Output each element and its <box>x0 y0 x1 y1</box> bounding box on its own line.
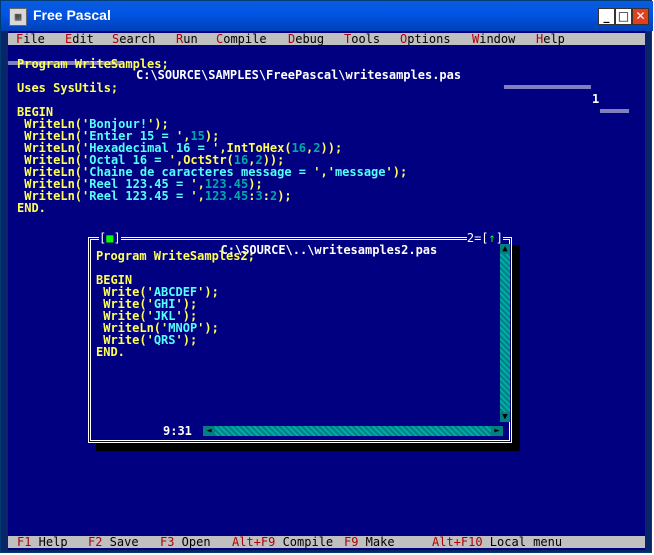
menu-item-edit[interactable]: Edit <box>65 33 94 45</box>
scroll-right-arrow-icon[interactable]: ► <box>491 426 503 436</box>
editor2-window[interactable]: C:\SOURCE\..\writesamples2.pas [■] 2=[↑]… <box>88 232 512 443</box>
window-title: Free Pascal <box>33 7 111 23</box>
code-line: Program WriteSamples; <box>17 57 169 71</box>
menu-item-file[interactable]: File <box>16 33 45 45</box>
menu-item-compile[interactable]: Compile <box>216 33 267 45</box>
status-label: Help <box>31 535 68 549</box>
status-key: F9 <box>344 535 359 549</box>
status-key: Alt+F9 <box>232 535 276 549</box>
status-label: Make <box>358 535 395 549</box>
status-item[interactable]: Alt+F9 Compile <box>232 536 333 548</box>
status-label: Open <box>174 535 211 549</box>
status-item[interactable]: F1 Help <box>17 536 68 548</box>
cursor-position: 9:31 <box>161 424 194 438</box>
menu-item-debug[interactable]: Debug <box>288 33 324 45</box>
editor2-close-box[interactable]: [■] <box>99 232 121 244</box>
status-label: Compile <box>275 535 334 549</box>
status-item[interactable]: F9 Make <box>344 536 395 548</box>
status-key: F3 <box>160 535 175 549</box>
menu-item-search[interactable]: Search <box>112 33 155 45</box>
editor2-shadow <box>512 245 520 451</box>
code-line: Uses SysUtils; <box>17 81 119 95</box>
zoom-arrow-icon[interactable]: ↑ <box>489 231 496 245</box>
ide-client-area: File Edit Search Run Compile Debug Tools Option… <box>8 31 645 550</box>
editor2-window-number: 2 <box>466 231 475 245</box>
editor2-shadow <box>96 443 520 451</box>
status-item[interactable]: F3 Open <box>160 536 211 548</box>
close-button[interactable]: ✕ <box>632 8 649 25</box>
menu-item-options[interactable]: Options <box>400 33 451 45</box>
close-square-icon: ■ <box>106 231 114 245</box>
code-line: WriteLn('Reel 123.45 = ',123.45:3:2); <box>17 189 292 203</box>
editor2-horizontal-scrollbar[interactable]: ◄ ► <box>203 426 503 436</box>
status-key: Alt+F10 <box>432 535 483 549</box>
maximize-button[interactable]: □ <box>615 8 632 25</box>
editor2-vertical-scrollbar[interactable]: ▲ ▼ <box>500 244 510 422</box>
scroll-left-arrow-icon[interactable]: ◄ <box>203 426 215 436</box>
status-bar: F1 Help F2 Save F3 Open Alt+F9 Compile F9 Ma… <box>8 536 645 548</box>
editor1-window-number: 1 <box>592 92 600 106</box>
minimize-button[interactable]: _ <box>598 8 615 25</box>
scroll-up-arrow-icon[interactable]: ▲ <box>500 244 510 254</box>
menu-bar: File Edit Search Run Compile Debug Tools Option… <box>8 33 645 45</box>
status-label: Local menu <box>482 535 563 549</box>
code-line: Program WriteSamples2; <box>96 249 255 263</box>
status-label: Save <box>102 535 139 549</box>
editor2-window-controls: 2=[↑] <box>466 231 503 245</box>
status-key: F1 <box>17 535 32 549</box>
code-line: END. <box>17 201 46 215</box>
app-window: ▦ Free Pascal _ □ ✕ File Edit Search Run Com… <box>0 0 653 553</box>
editor2-title-bar[interactable]: C:\SOURCE\..\writesamples2.pas <box>91 232 509 257</box>
pascal-app-icon[interactable]: ▦ <box>9 8 27 26</box>
menu-item-tools[interactable]: Tools <box>344 33 380 45</box>
status-item[interactable]: Alt+F10 Local menu <box>432 536 562 548</box>
status-key: F2 <box>88 535 103 549</box>
menu-item-run[interactable]: Run <box>176 33 198 45</box>
menu-item-help[interactable]: Help <box>536 33 565 45</box>
editor1-title: C:\SOURCE\SAMPLES\FreePascal\writesample… <box>136 68 462 82</box>
editor1-title-bar[interactable]: ════════════════ C:\SOURCE\SAMPLES\FreeP… <box>8 45 645 117</box>
status-item[interactable]: F2 Save <box>88 536 139 548</box>
title-bar[interactable]: ▦ Free Pascal _ □ ✕ <box>1 1 653 31</box>
menu-item-window[interactable]: Window <box>472 33 515 45</box>
code-line: END. <box>96 345 125 359</box>
scroll-down-arrow-icon[interactable]: ▼ <box>500 412 510 422</box>
